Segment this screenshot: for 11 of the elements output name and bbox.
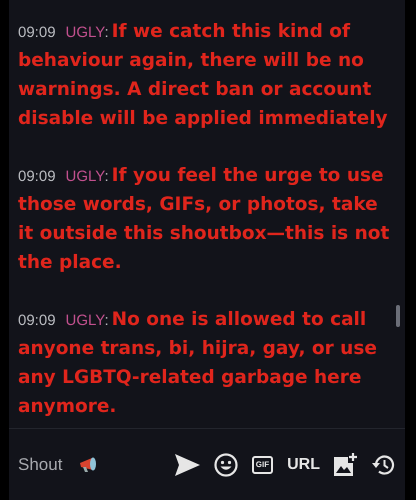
gif-button[interactable]: GIF: [252, 456, 274, 474]
chat-message: 09:09 UGLY: No one is allowed to call anyone trans, bi, hijra, gay, or use any LGBTQ-related garbage here anymore.: [18, 308, 378, 419]
scrollbar[interactable]: [396, 305, 400, 327]
chat-message: 09:09 UGLY: If we catch this kind of behaviour again, there will be no warnings. A direct ban or account disable will be applied immediately: [18, 20, 389, 131]
shout-input[interactable]: Shout: [18, 452, 72, 478]
history-icon[interactable]: [371, 452, 395, 476]
add-image-icon[interactable]: [334, 453, 357, 476]
url-button[interactable]: URL: [287, 452, 320, 476]
chat-message: 09:09 UGLY: If you feel the urge to use those words, GIFs, or photos, take it outside this shoutbox—this is not the place.: [18, 164, 390, 275]
send-icon[interactable]: [174, 454, 200, 476]
smiley-icon[interactable]: [214, 452, 238, 476]
